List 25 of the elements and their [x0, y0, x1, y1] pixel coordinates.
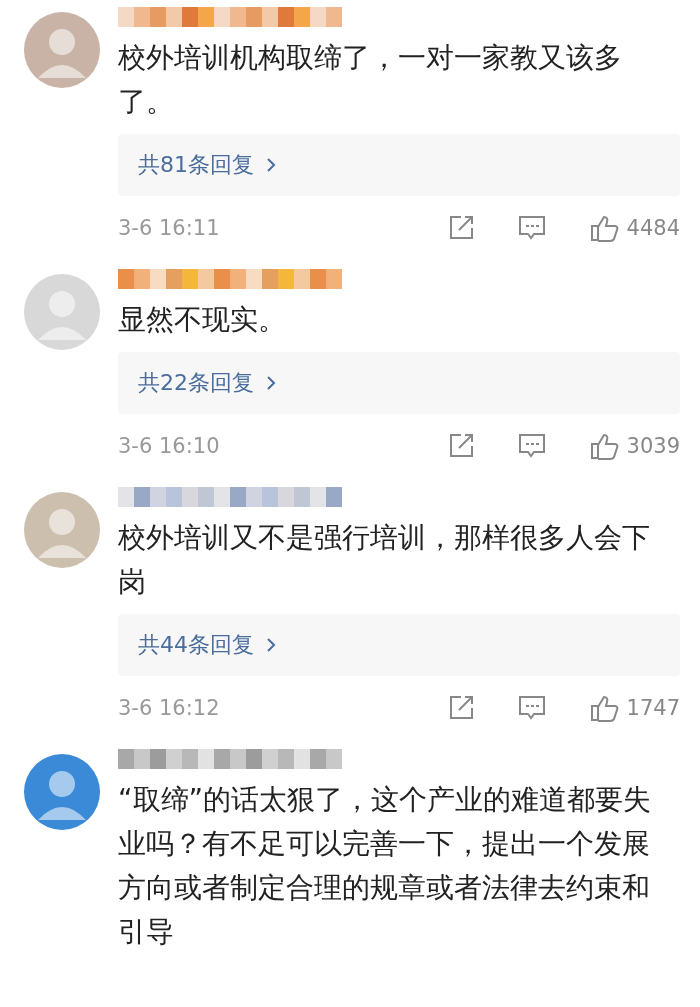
avatar-icon[interactable]: [24, 12, 100, 88]
chevron-right-icon: [266, 157, 276, 173]
thumbs-up-icon: [588, 213, 619, 243]
thumbs-up-icon: [588, 693, 619, 723]
comment-text: “取缔”的话太狠了，这个产业的难道都要失业吗？有不足可以完善一下，提出一个发展方向或者制定合理的规章或者法律去约束和引导: [118, 782, 652, 950]
avatar-icon[interactable]: [24, 492, 100, 568]
like-button[interactable]: 3039: [588, 431, 680, 461]
thumbs-up-icon: [588, 431, 619, 461]
replies-link[interactable]: 共81条回复: [118, 134, 680, 196]
like-button[interactable]: 1747: [588, 693, 680, 723]
comment-text: 校外培训机构取缔了，一对一家教又该多了。: [118, 40, 623, 120]
chevron-right-icon: [266, 637, 276, 653]
comment-text: 显然不现实。: [118, 302, 287, 338]
comment-time: 3-6 16:11: [118, 216, 220, 240]
like-button[interactable]: 4484: [588, 213, 680, 243]
chevron-right-icon: [266, 375, 276, 391]
avatar-icon[interactable]: [24, 754, 100, 830]
comment-icon[interactable]: [516, 694, 547, 722]
comment-time: 3-6 16:12: [118, 696, 220, 720]
comment-time: 3-6 16:10: [118, 434, 220, 458]
comment-icon[interactable]: [516, 432, 547, 460]
replies-link[interactable]: 共44条回复: [118, 614, 680, 676]
comment-icon[interactable]: [516, 214, 547, 242]
replies-link[interactable]: 共22条回复: [118, 352, 680, 414]
comment-text: 校外培训又不是强行培训，那样很多人会下岗: [118, 520, 651, 600]
